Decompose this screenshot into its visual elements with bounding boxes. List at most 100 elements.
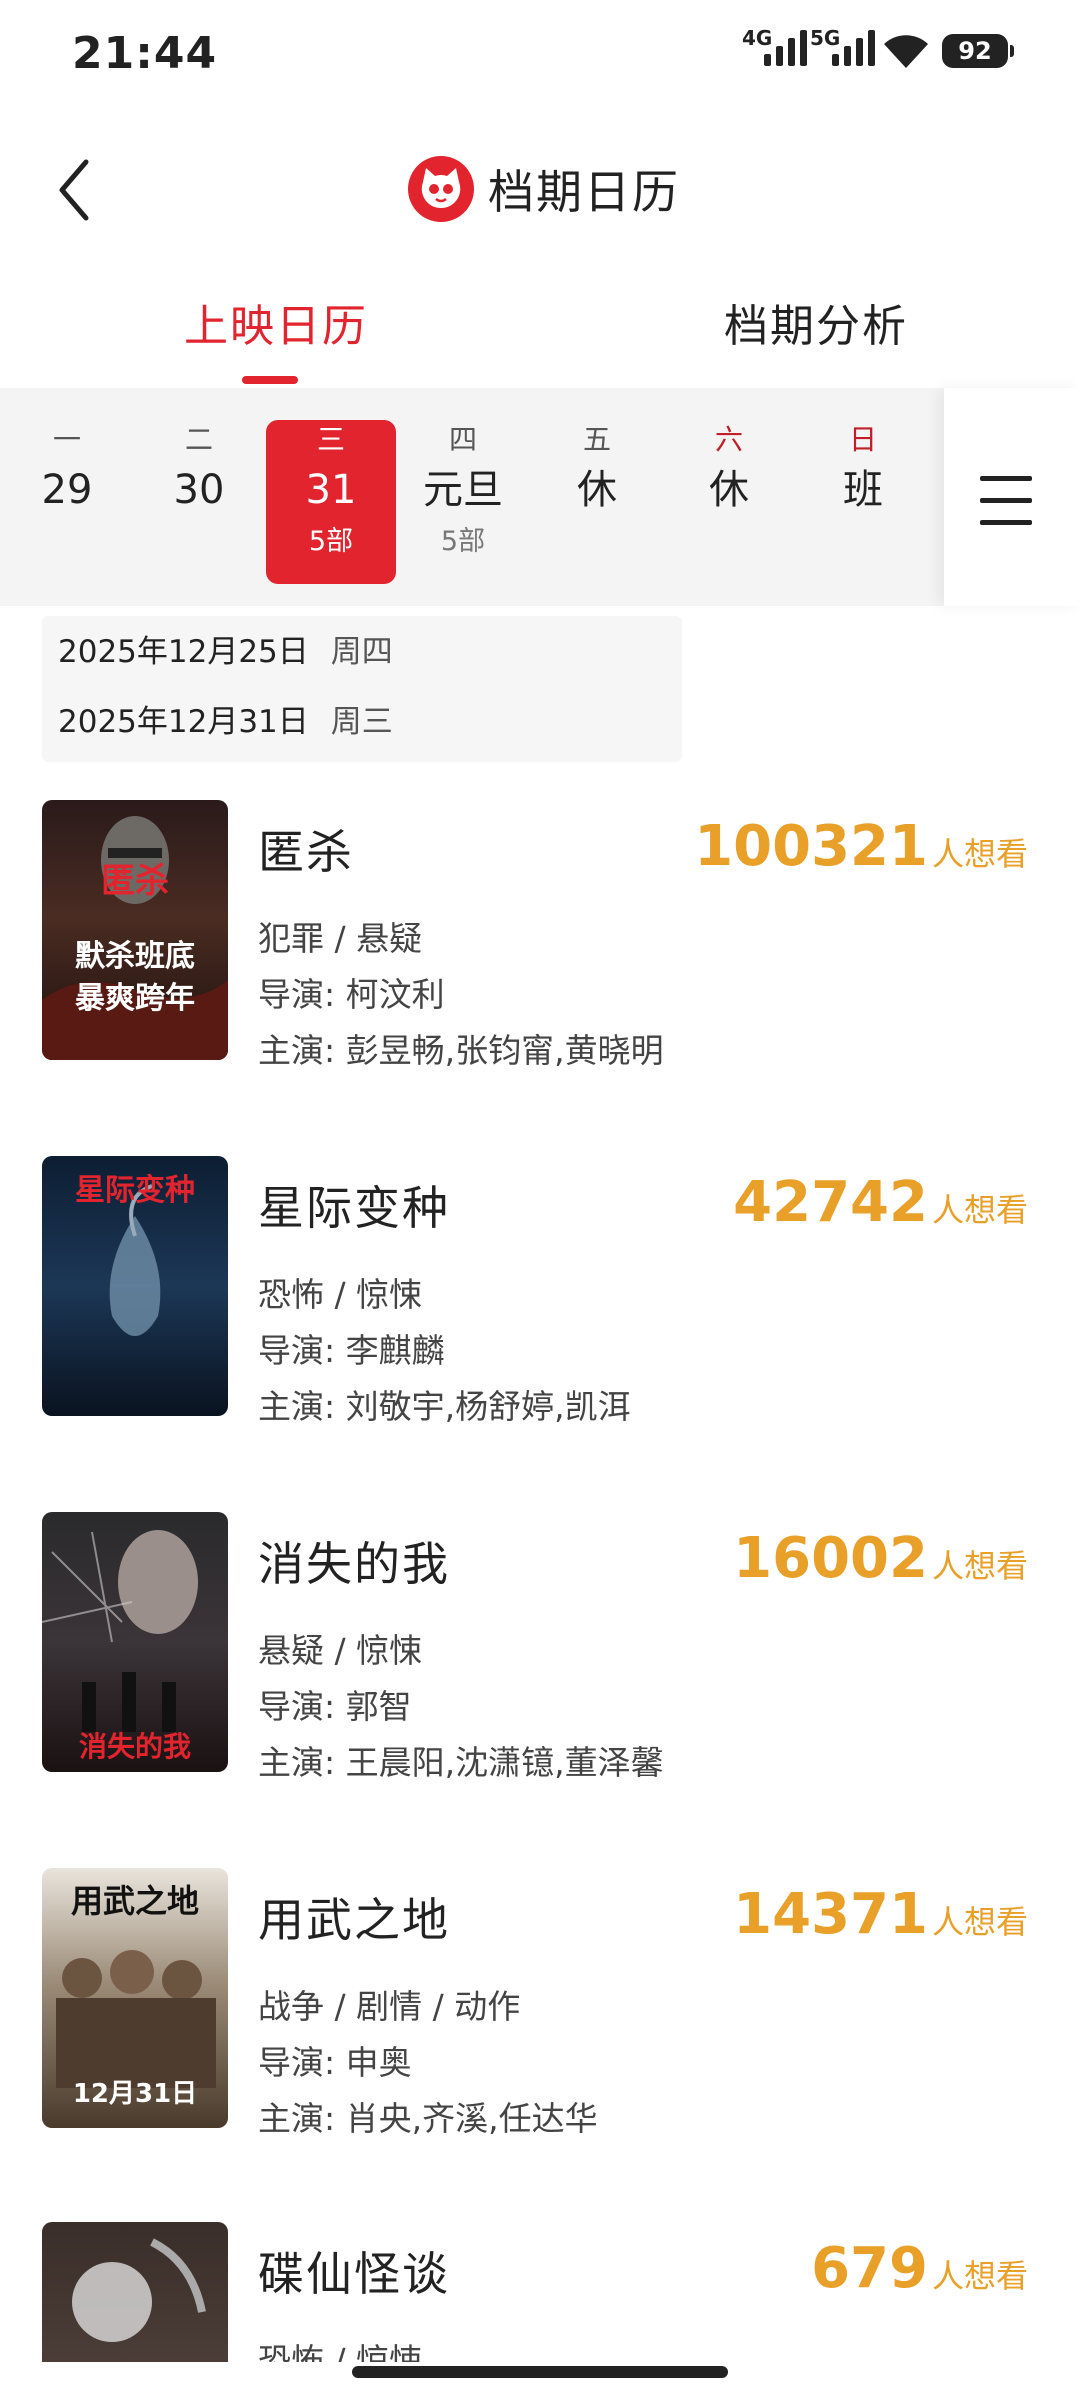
movie-director: 导演: 李麒麟 [258,1331,445,1370]
date-note-weekday: 周四 [330,634,393,670]
want-to-watch-count: 14371 人想看 [733,1882,1028,1947]
want-count-number: 14371 [733,1882,928,1947]
day-date: 休 [709,467,749,513]
battery-indicator: 92 [942,34,1014,68]
day-weekday: 六 [714,423,743,456]
poster-art: 星际变种 [75,1173,195,1336]
movie-title: 消失的我 [258,1537,450,1591]
calendar-day[interactable]: 二 30 [134,420,264,584]
movie-poster[interactable] [42,2222,228,2362]
date-note: 2025年12月25日 周四 [58,626,393,671]
poster-title-text: 星际变种 [75,1173,195,1208]
movie-item[interactable]: 碟仙怪谈 679 人想看 恐怖 / 惊悚 [0,2222,1080,2362]
tab-release-calendar[interactable]: 上映日历 [184,290,368,354]
movie-title: 用武之地 [258,1893,450,1947]
day-release-count [664,520,794,564]
active-tab-indicator [242,376,298,384]
day-weekday: 五 [582,423,611,456]
signal-icon [764,30,807,66]
release-date-notes: 2025年12月25日 周四 2025年12月31日 周三 [42,616,682,762]
want-count-number: 679 [811,2236,928,2301]
date-note-date: 2025年12月25日 [58,634,309,670]
tab-schedule-analysis[interactable]: 档期分析 [724,290,908,354]
status-time: 21:44 [72,28,218,79]
movie-cast: 主演: 刘敬宇,杨舒婷,凯洱 [258,1387,631,1426]
poster-art [72,2238,206,2342]
calendar-day[interactable]: 五 休 [532,420,662,584]
movie-director: 导演: 申奥 [258,2043,412,2082]
day-date: 班 [843,467,883,513]
movie-poster[interactable]: 星际变种 [42,1156,228,1416]
movie-title: 星际变种 [258,1181,450,1235]
day-release-count [798,520,928,564]
cat-logo-icon [408,156,474,222]
want-count-label: 人想看 [931,2257,1028,2295]
wifi-icon [884,35,928,68]
want-to-watch-count: 42742 人想看 [733,1170,1028,1235]
want-count-label: 人想看 [931,1191,1028,1229]
want-to-watch-count: 679 人想看 [811,2236,1028,2301]
movie-title: 匿杀 [258,825,354,879]
poster-art: 匿杀 默杀班底 暴爽跨年 [42,816,228,1060]
day-weekday: 三 [316,423,345,456]
screen: 21:44 4G 5G 92 档期日历 上映日历 档期分析 一 29 二 30 … [0,0,1080,2400]
status-bar: 21:44 4G 5G 92 [0,0,1080,110]
movie-cast: 主演: 王晨阳,沈潇镱,董泽馨 [258,1743,664,1782]
poster-title-text: 消失的我 [79,1730,191,1763]
day-release-count: 5部 [308,526,354,557]
header-title-group: 档期日历 [408,156,680,222]
calendar-day[interactable]: 四 元旦 5部 [398,420,528,584]
movie-genre: 悬疑 / 惊悚 [258,1631,423,1670]
date-note: 2025年12月31日 周三 [58,696,393,741]
calendar-day[interactable]: 六 休 [664,420,794,584]
want-count-number: 16002 [733,1526,928,1591]
want-to-watch-count: 100321 人想看 [694,814,1028,879]
day-weekday: 四 [448,423,477,456]
poster-tagline-text: 默杀班底 [75,939,195,974]
movie-poster[interactable]: 用武之地 12月31日 [42,1868,228,2128]
movie-cast: 主演: 肖央,齐溪,任达华 [258,2099,598,2138]
day-date: 30 [173,467,225,513]
movie-director: 导演: 柯汶利 [258,975,445,1014]
movie-item[interactable]: 用武之地 12月31日 用武之地 14371 人想看 战争 / 剧情 / 动作 … [0,1868,1080,2138]
date-note-weekday: 周三 [330,704,393,740]
movie-item[interactable]: 星际变种 星际变种 42742 人想看 恐怖 / 惊悚 导演: 李麒麟 主演: … [0,1156,1080,1426]
poster-title-text: 用武之地 [71,1882,199,1920]
day-release-count [134,520,264,564]
calendar-day[interactable]: 日 班 [798,420,928,584]
date-strip: 一 29 二 30 三 31 5部 四 元旦 5部 五 休 六 休 日 班 [0,388,1080,606]
want-count-label: 人想看 [931,1547,1028,1585]
day-release-count [532,520,662,564]
date-note-date: 2025年12月31日 [58,704,309,740]
calendar-day-selected[interactable]: 三 31 5部 [266,420,396,584]
home-indicator[interactable] [352,2366,728,2378]
day-release-count: 5部 [440,526,486,557]
want-count-number: 42742 [733,1170,928,1235]
poster-tagline-text: 暴爽跨年 [75,981,195,1016]
chevron-left-icon[interactable] [50,150,110,230]
movie-item[interactable]: 消失的我 消失的我 16002 人想看 悬疑 / 惊悚 导演: 郭智 主演: 王… [0,1512,1080,1782]
tab-bar: 上映日历 档期分析 [0,290,1080,386]
movie-title: 碟仙怪谈 [258,2247,450,2301]
day-release-count [2,520,132,564]
day-weekday: 二 [184,423,213,456]
movie-item[interactable]: 匿杀 默杀班底 暴爽跨年 匿杀 100321 人想看 犯罪 / 悬疑 导演: 柯… [0,800,1080,1070]
signal-icon [832,30,875,66]
movie-poster[interactable]: 匿杀 默杀班底 暴爽跨年 [42,800,228,1060]
want-count-number: 100321 [694,814,928,879]
poster-title-text: 匿杀 [101,861,169,901]
movie-poster[interactable]: 消失的我 [42,1512,228,1772]
page-title: 档期日历 [488,165,680,219]
hamburger-menu-icon[interactable] [944,388,1080,606]
poster-art: 消失的我 [42,1530,198,1763]
movie-genre: 恐怖 / 惊悚 [258,1275,423,1314]
movie-cast: 主演: 彭昱畅,张钧甯,黄晓明 [258,1031,664,1070]
calendar-day[interactable]: 一 29 [2,420,132,584]
day-date: 29 [41,467,93,513]
day-date: 31 [305,467,357,513]
want-to-watch-count: 16002 人想看 [733,1526,1028,1591]
day-date: 休 [577,467,617,513]
want-count-label: 人想看 [931,835,1028,873]
day-weekday: 一 [52,423,81,456]
movie-director: 导演: 郭智 [258,1687,412,1726]
